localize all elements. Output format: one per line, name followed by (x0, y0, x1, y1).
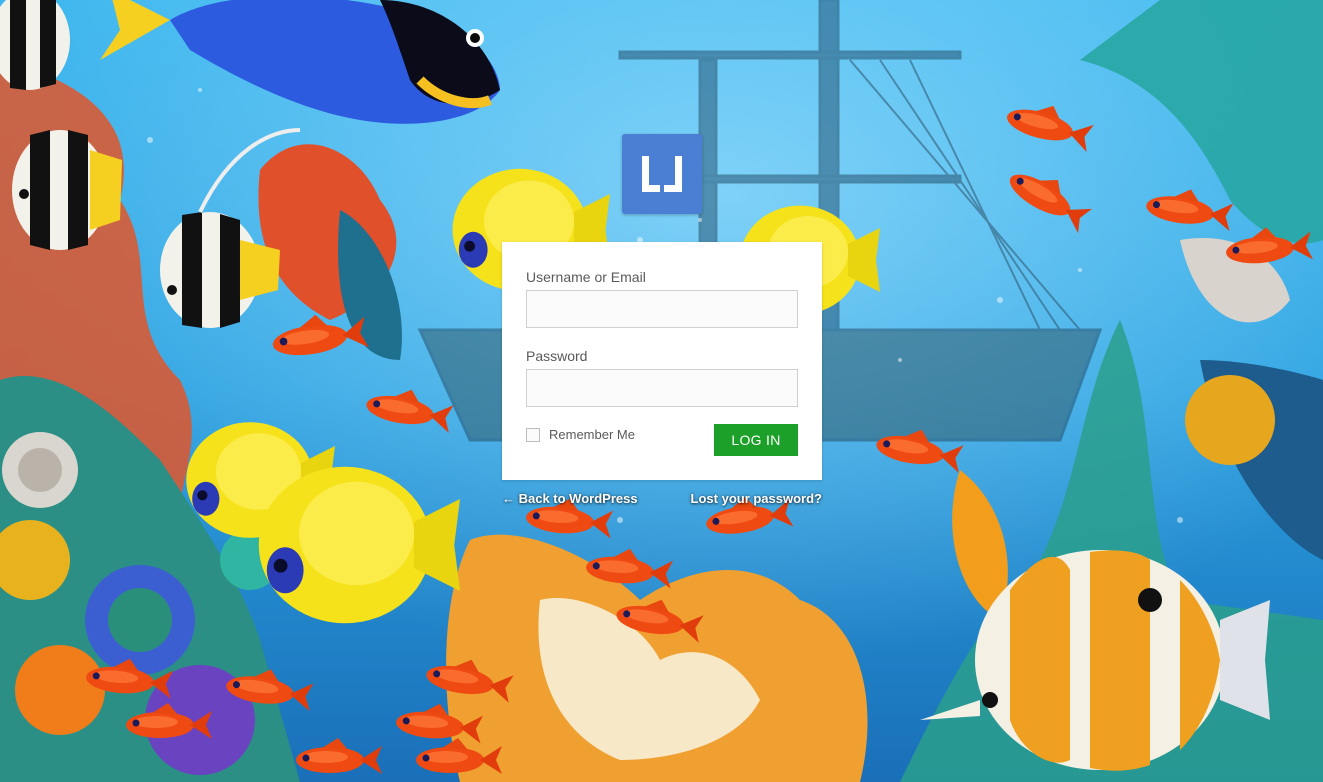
back-to-wordpress-link[interactable]: ← Back to WordPress (502, 491, 638, 506)
login-form: Username or Email Password Remember Me L… (502, 242, 822, 480)
li-logo-icon (642, 156, 682, 192)
username-input[interactable] (526, 290, 798, 328)
password-label: Password (526, 348, 588, 364)
login-links: ← Back to WordPress Lost your password? (502, 491, 822, 509)
remember-me[interactable]: Remember Me (526, 427, 635, 442)
lost-password-link[interactable]: Lost your password? (691, 491, 822, 506)
login-button[interactable]: LOG IN (714, 424, 798, 456)
password-input[interactable] (526, 369, 798, 407)
remember-me-label: Remember Me (549, 427, 635, 442)
site-logo[interactable] (622, 134, 702, 214)
form-actions-row: Remember Me LOG IN (526, 424, 798, 458)
checkbox-icon[interactable] (526, 427, 540, 442)
username-label: Username or Email (526, 269, 646, 285)
